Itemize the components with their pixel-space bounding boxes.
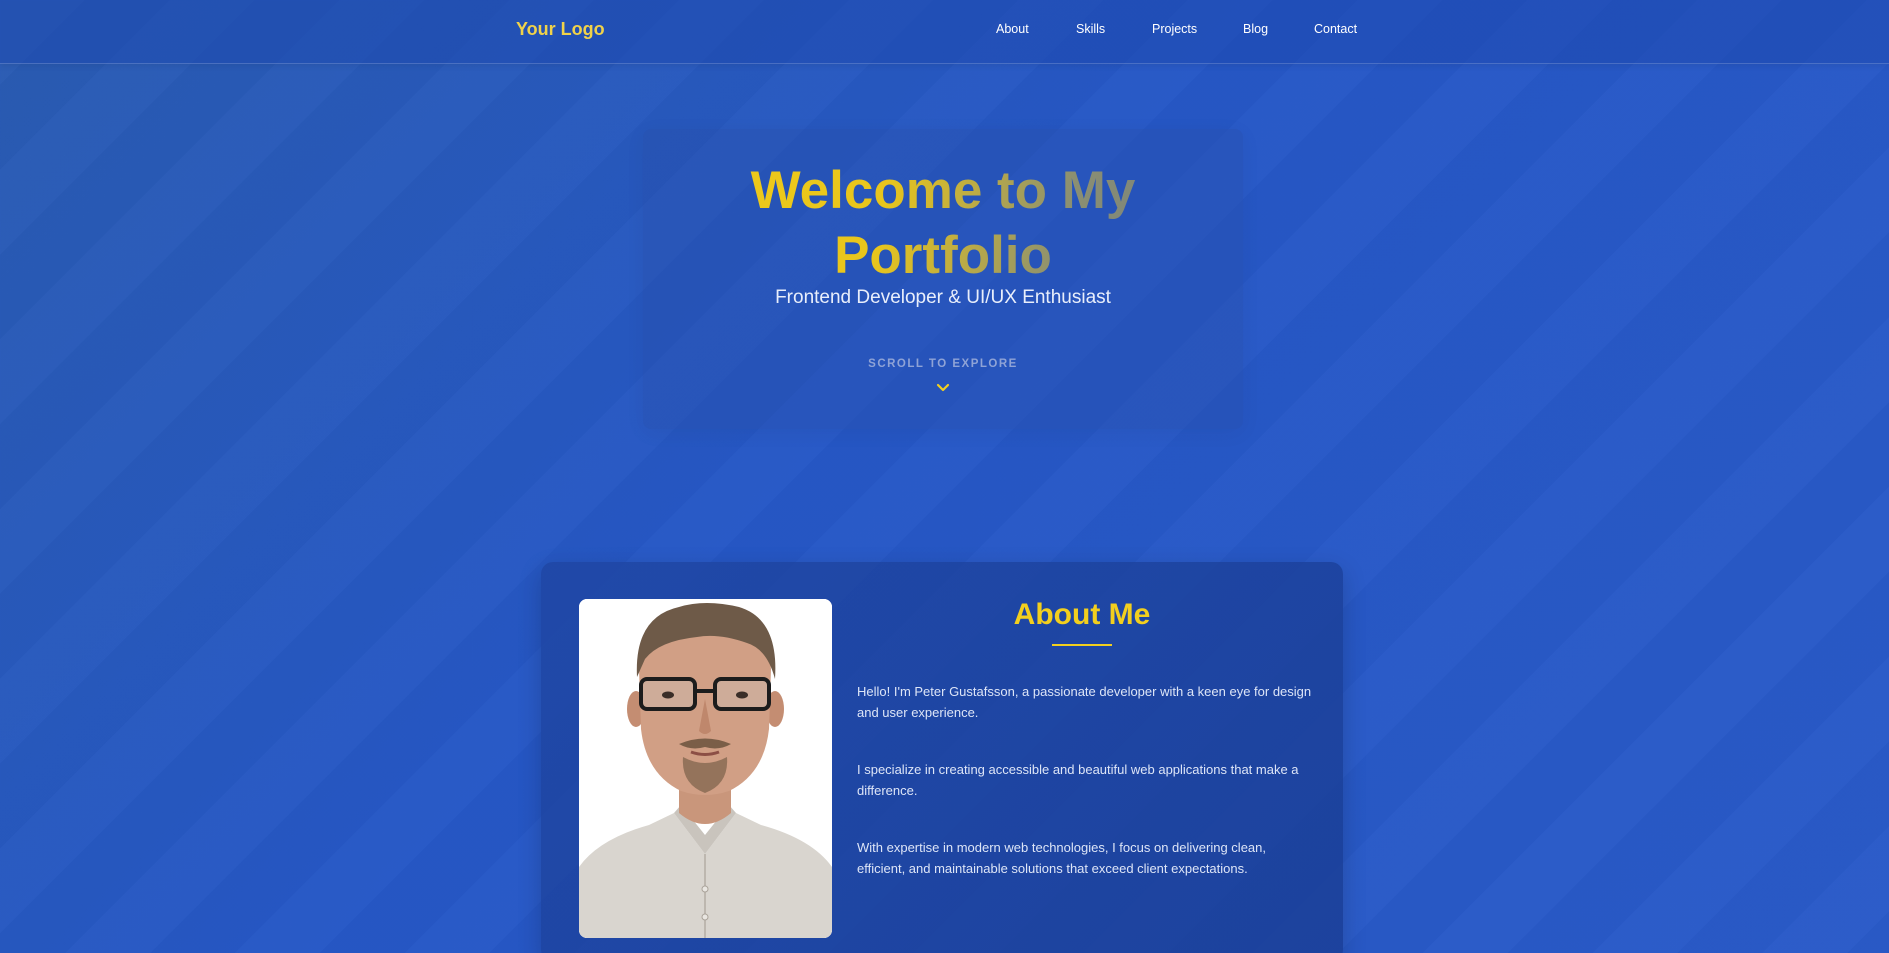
top-navbar: Your Logo About Skills Projects Blog Con…: [0, 0, 1889, 64]
hero-title-line1: Welcome to My: [750, 161, 1136, 220]
nav-link-blog[interactable]: Blog: [1243, 22, 1268, 36]
about-section: About Me Hello! I'm Peter Gustafsson, a …: [541, 562, 1343, 953]
scroll-to-explore-label[interactable]: SCROLL TO EXPLORE: [643, 358, 1243, 370]
profile-photo-illustration: [579, 599, 832, 938]
about-paragraph-2: I specialize in creating accessible and …: [857, 762, 1299, 798]
hero-subtitle: Frontend Developer & UI/UX Enthusiast: [775, 287, 1111, 308]
about-paragraph-1: Hello! I'm Peter Gustafsson, a passionat…: [857, 684, 1312, 720]
hero-section: Welcome to My Portfolio Frontend Develop…: [643, 129, 1243, 429]
about-paragraph-3: With expertise in modern web technologie…: [857, 840, 1266, 876]
nav-link-about[interactable]: About: [996, 22, 1029, 36]
chevron-down-icon[interactable]: [936, 381, 950, 395]
nav-link-projects[interactable]: Projects: [1152, 22, 1197, 36]
nav-link-contact[interactable]: Contact: [1314, 22, 1357, 36]
about-title-underline: [1052, 644, 1112, 646]
nav-link-skills[interactable]: Skills: [1076, 22, 1105, 36]
about-title: About Me: [1013, 598, 1151, 631]
hero-title-line2: Portfolio: [834, 226, 1052, 285]
site-logo[interactable]: Your Logo: [516, 19, 605, 40]
profile-photo: [579, 599, 832, 938]
hero-title: Welcome to My Portfolio: [643, 158, 1243, 288]
